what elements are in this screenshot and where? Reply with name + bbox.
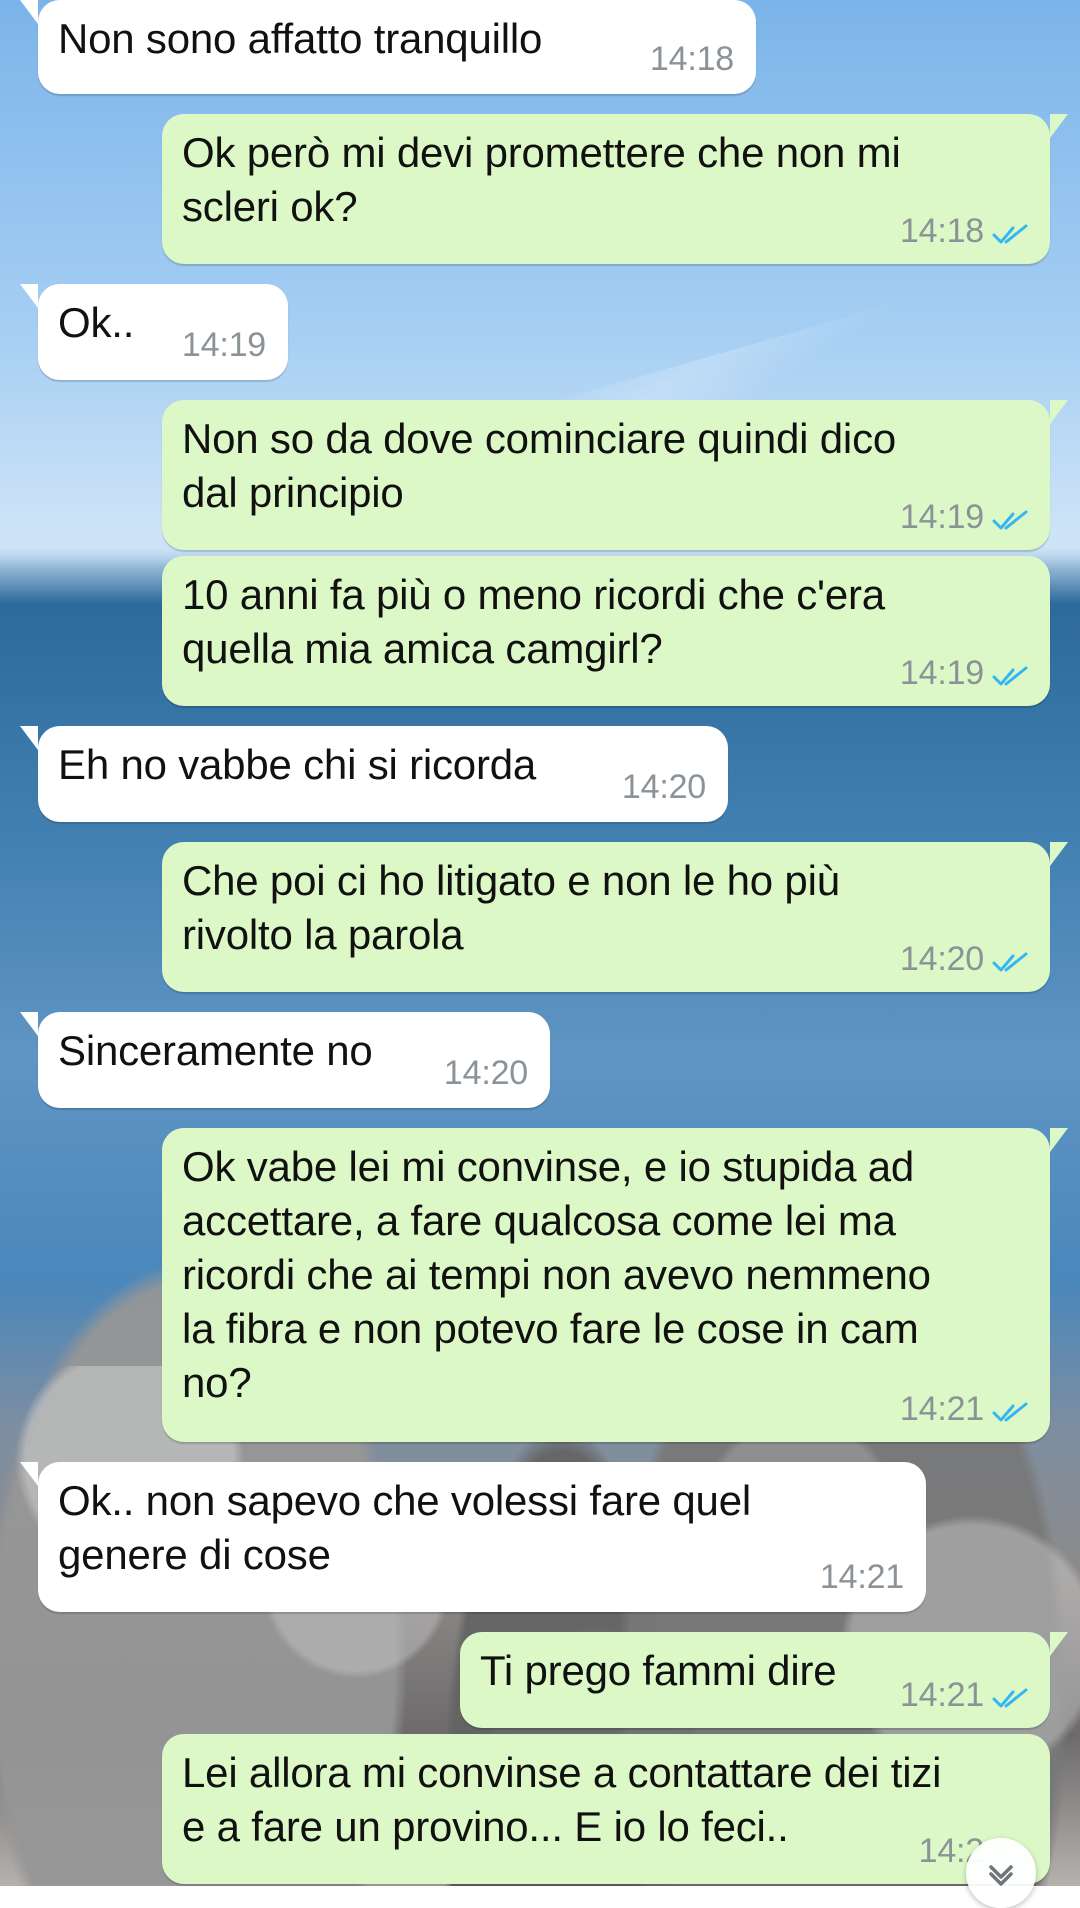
message-bubble-outgoing[interactable]: Non so da dove cominciare quindi dico da… xyxy=(162,400,1068,550)
message-time: 14:21 xyxy=(899,1390,984,1428)
message-bubble-outgoing[interactable]: Ti prego fammi dire 14:21 xyxy=(460,1632,1068,1728)
message-time: 14:19 xyxy=(181,326,266,364)
message-time: 14:20 xyxy=(899,940,984,978)
message-bubble-outgoing[interactable]: Ok vabe lei mi convinse, e io stupida ad… xyxy=(162,1128,1068,1442)
message-bubble-outgoing[interactable]: Che poi ci ho litigato e non le ho più r… xyxy=(162,842,1068,992)
message-bubble-incoming[interactable]: Non sono affatto tranquillo 14:18 xyxy=(20,0,756,94)
message-time: 14:19 xyxy=(899,654,984,692)
message-text: Lei allora mi convinse a contattare dei … xyxy=(182,1749,942,1850)
message-text: Non so da dove cominciare quindi dico da… xyxy=(182,415,897,516)
message-text: Ok.. xyxy=(58,299,135,346)
message-time: 14:21 xyxy=(819,1558,904,1596)
message-time: 14:21 xyxy=(899,1676,984,1714)
message-time: 14:18 xyxy=(899,212,984,250)
message-text: Ok però mi devi promettere che non mi sc… xyxy=(182,129,901,230)
double-check-icon xyxy=(992,510,1028,530)
message-bubble-incoming[interactable]: Eh no vabbe chi si ricorda 14:20 xyxy=(20,726,728,822)
message-time: 14:19 xyxy=(899,498,984,536)
message-text: Che poi ci ho litigato e non le ho più r… xyxy=(182,857,840,958)
chevron-down-icon xyxy=(989,1865,1013,1886)
message-bubble-incoming[interactable]: Sinceramente no 14:20 xyxy=(20,1012,550,1108)
message-text: Ti prego fammi dire xyxy=(480,1647,837,1694)
scroll-to-bottom-button[interactable] xyxy=(966,1838,1036,1908)
message-bubble-incoming[interactable]: Ok.. 14:19 xyxy=(20,284,288,380)
message-bubble-incoming[interactable]: Ok.. non sapevo che volessi fare quel ge… xyxy=(20,1462,926,1612)
message-text: Ok vabe lei mi convinse, e io stupida ad… xyxy=(182,1143,931,1406)
message-text: 10 anni fa più o meno ricordi che c'era … xyxy=(182,571,885,672)
double-check-icon xyxy=(992,1402,1028,1422)
message-text: Non sono affatto tranquillo xyxy=(58,15,543,62)
double-check-icon xyxy=(992,1688,1028,1708)
double-check-icon xyxy=(992,952,1028,972)
message-bubble-outgoing[interactable]: Lei allora mi convinse a contattare dei … xyxy=(162,1734,1050,1884)
message-text: Eh no vabbe chi si ricorda xyxy=(58,741,537,788)
message-bubble-outgoing[interactable]: 10 anni fa più o meno ricordi che c'era … xyxy=(162,556,1050,706)
double-check-icon xyxy=(992,224,1028,244)
message-text: Sinceramente no xyxy=(58,1027,373,1074)
message-text: Ok.. non sapevo che volessi fare quel ge… xyxy=(58,1477,752,1578)
double-check-icon xyxy=(992,666,1028,686)
message-time: 14:18 xyxy=(649,40,734,78)
message-time: 14:20 xyxy=(443,1054,528,1092)
message-time: 14:20 xyxy=(621,768,706,806)
message-bubble-outgoing[interactable]: Ok però mi devi promettere che non mi sc… xyxy=(162,114,1068,264)
